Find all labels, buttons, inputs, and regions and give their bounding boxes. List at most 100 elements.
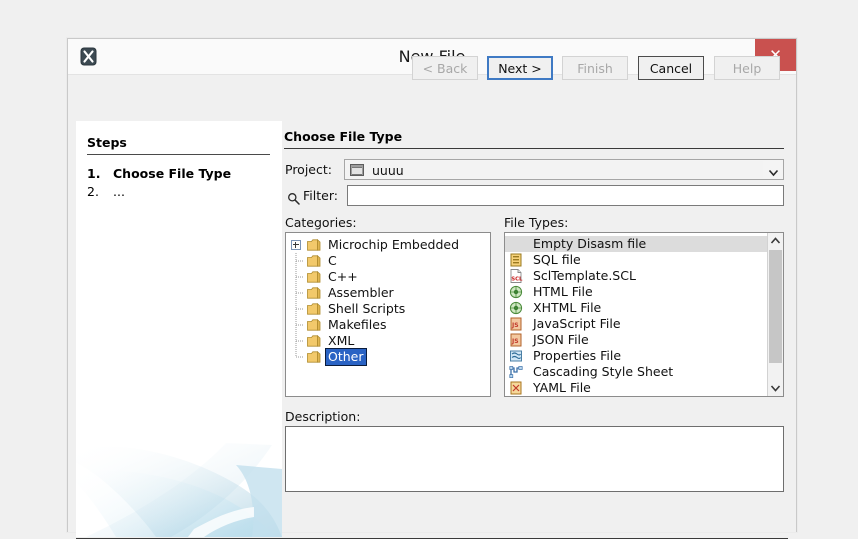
file-type-row[interactable]: JS JSON File — [505, 332, 767, 348]
project-combobox[interactable]: uuuu — [344, 159, 784, 180]
step-1-number: 1. — [87, 166, 100, 181]
svg-text:JS: JS — [511, 322, 519, 329]
category-label: C — [326, 253, 339, 269]
scrollbar-thumb[interactable] — [769, 250, 782, 363]
svg-text:JS: JS — [511, 338, 519, 345]
step-1-label: Choose File Type — [113, 166, 231, 181]
file-type-label: YAML File — [533, 380, 591, 396]
project-icon — [350, 164, 364, 176]
chevron-down-icon[interactable] — [768, 380, 783, 396]
category-row[interactable]: XML — [286, 333, 490, 349]
file-type-row[interactable]: Properties File — [505, 348, 767, 364]
file-type-row[interactable]: SCL SclTemplate.SCL — [505, 268, 767, 284]
page-title-divider — [284, 148, 784, 149]
dialog-body: Steps 1. Choose File Type 2. ... — [68, 75, 796, 502]
file-type-row[interactable]: HTML File — [505, 284, 767, 300]
file-type-row[interactable]: JS JavaScript File — [505, 316, 767, 332]
category-label: Assembler — [326, 285, 396, 301]
tree-guide-line — [295, 285, 305, 301]
page-title: Choose File Type — [284, 129, 402, 144]
search-icon — [287, 190, 300, 203]
html-file-icon — [509, 301, 523, 315]
scl-file-icon: SCL — [509, 269, 523, 283]
content-panel: Choose File Type Project: uuuu — [284, 121, 788, 537]
project-value: uuuu — [372, 163, 404, 178]
next-button[interactable]: Next > — [487, 56, 553, 80]
folder-icon — [307, 319, 321, 331]
description-label: Description: — [285, 409, 360, 424]
desktop-background: New File ✕ Steps 1. Choose File Type 2. … — [0, 0, 858, 532]
html-file-icon — [509, 285, 523, 299]
svg-text:SCL: SCL — [511, 277, 523, 283]
project-combobox-field: uuuu — [346, 161, 763, 178]
categories-label: Categories: — [285, 215, 357, 230]
category-row[interactable]: C++ — [286, 269, 490, 285]
sql-file-icon — [509, 253, 523, 267]
filter-label: Filter: — [303, 188, 338, 203]
finish-button[interactable]: Finish — [562, 56, 628, 80]
category-row[interactable]: Assembler — [286, 285, 490, 301]
tree-guide-line — [295, 349, 305, 365]
chevron-up-icon[interactable] — [768, 233, 783, 249]
tree-guide-line — [295, 333, 305, 349]
steps-panel: Steps 1. Choose File Type 2. ... — [76, 121, 282, 537]
category-label: Shell Scripts — [326, 301, 407, 317]
folder-icon — [307, 239, 321, 251]
file-type-label: XHTML File — [533, 300, 601, 316]
tree-guide-line — [295, 253, 305, 269]
new-file-dialog: New File ✕ Steps 1. Choose File Type 2. … — [67, 38, 797, 532]
file-type-label: Cascading Style Sheet — [533, 364, 673, 380]
category-row[interactable]: C — [286, 253, 490, 269]
category-row[interactable]: Makefiles — [286, 317, 490, 333]
folder-icon — [307, 271, 321, 283]
category-row[interactable]: Shell Scripts — [286, 301, 490, 317]
folder-icon — [307, 351, 321, 363]
file-types-label: File Types: — [504, 215, 568, 230]
file-type-label: JavaScript File — [533, 316, 621, 332]
category-label: C++ — [326, 269, 360, 285]
folder-icon — [307, 303, 321, 315]
category-label: Microchip Embedded — [326, 237, 461, 253]
file-types-scrollbar[interactable] — [767, 233, 783, 396]
category-row[interactable]: Other — [286, 349, 490, 365]
filter-input[interactable] — [347, 185, 784, 206]
chevron-down-icon[interactable] — [767, 164, 780, 177]
decorative-swoosh-graphic — [76, 417, 282, 537]
back-button[interactable]: < Back — [412, 56, 478, 80]
steps-heading: Steps — [87, 135, 127, 150]
properties-file-icon — [509, 349, 523, 363]
step-2-label: ... — [113, 184, 125, 199]
expand-toggle-icon[interactable] — [291, 240, 301, 250]
description-textarea[interactable] — [285, 426, 784, 492]
file-type-label: JSON File — [533, 332, 589, 348]
file-type-label: SQL file — [533, 252, 581, 268]
file-type-label: HTML File — [533, 284, 593, 300]
file-type-label: Empty Disasm file — [533, 236, 646, 252]
folder-icon — [307, 255, 321, 267]
project-label: Project: — [285, 162, 332, 177]
categories-listbox[interactable]: Microchip EmbeddedCC++AssemblerShell Scr… — [285, 232, 491, 397]
file-type-row[interactable]: YAML File — [505, 380, 767, 396]
step-2-number: 2. — [87, 184, 99, 199]
category-label: Other — [326, 349, 366, 365]
file-type-label: SclTemplate.SCL — [533, 268, 636, 284]
tree-guide-line — [295, 301, 305, 317]
file-type-row[interactable]: Empty Disasm file — [505, 236, 767, 252]
category-row[interactable]: Microchip Embedded — [286, 237, 490, 253]
tree-guide-line — [295, 317, 305, 333]
category-label: XML — [326, 333, 356, 349]
yaml-file-icon — [509, 381, 523, 395]
file-type-row[interactable]: Cascading Style Sheet — [505, 364, 767, 380]
file-type-row[interactable]: XHTML File — [505, 300, 767, 316]
folder-icon — [307, 335, 321, 347]
help-button[interactable]: Help — [714, 56, 780, 80]
file-type-row[interactable]: SQL file — [505, 252, 767, 268]
css-file-icon — [509, 365, 523, 379]
cancel-button[interactable]: Cancel — [638, 56, 704, 80]
folder-icon — [307, 287, 321, 299]
category-label: Makefiles — [326, 317, 388, 333]
js-file-icon: JS — [509, 333, 523, 347]
file-types-listbox[interactable]: Empty Disasm fileSQL file SCL SclTemplate.… — [504, 232, 784, 397]
steps-divider — [87, 154, 270, 155]
file-type-label: Properties File — [533, 348, 621, 364]
